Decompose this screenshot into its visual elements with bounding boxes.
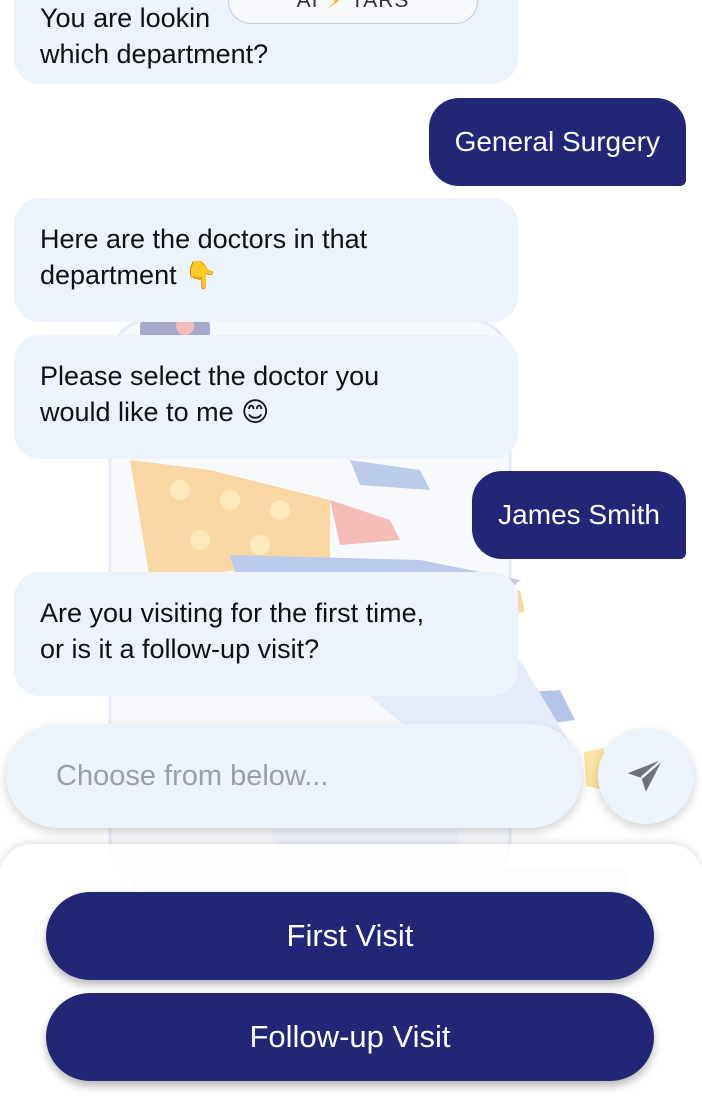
message-line: which department? (40, 39, 269, 69)
follow-up-visit-button[interactable]: Follow-up Visit (46, 993, 654, 1081)
send-button[interactable] (598, 728, 694, 824)
badge-ai-label: AI (296, 0, 319, 12)
message-composer (6, 724, 582, 828)
message-line: Please select the doctor you (40, 361, 380, 391)
user-message: James Smith (472, 471, 686, 559)
lightning-icon: ⚡ (326, 0, 343, 13)
quick-reply-panel: First Visit Follow-up Visit (0, 844, 702, 1114)
powered-by-badge: AI ⚡ TARS (228, 0, 478, 24)
user-message: General Surgery (428, 98, 686, 186)
message-input[interactable] (54, 758, 538, 794)
bot-message: Are you visiting for the first time, or … (14, 572, 518, 696)
message-line: Are you visiting for the first time, (40, 598, 425, 628)
message-line: or is it a follow-up visit? (40, 634, 320, 664)
bot-message: Please select the doctor you would like … (14, 335, 518, 459)
message-text: General Surgery (454, 126, 660, 157)
message-line: Here are the doctors in that (40, 224, 368, 254)
message-text: James Smith (498, 499, 660, 530)
bot-message: Here are the doctors in that department … (14, 198, 518, 322)
message-line: department 👇 (40, 260, 218, 290)
chat-area: You are lookin which department? AI ⚡ TA… (0, 0, 702, 1114)
message-line: would like to me 😊 (40, 397, 270, 427)
badge-tars-label: TARS (350, 0, 410, 12)
first-visit-button[interactable]: First Visit (46, 892, 654, 980)
paper-plane-icon (627, 758, 664, 792)
